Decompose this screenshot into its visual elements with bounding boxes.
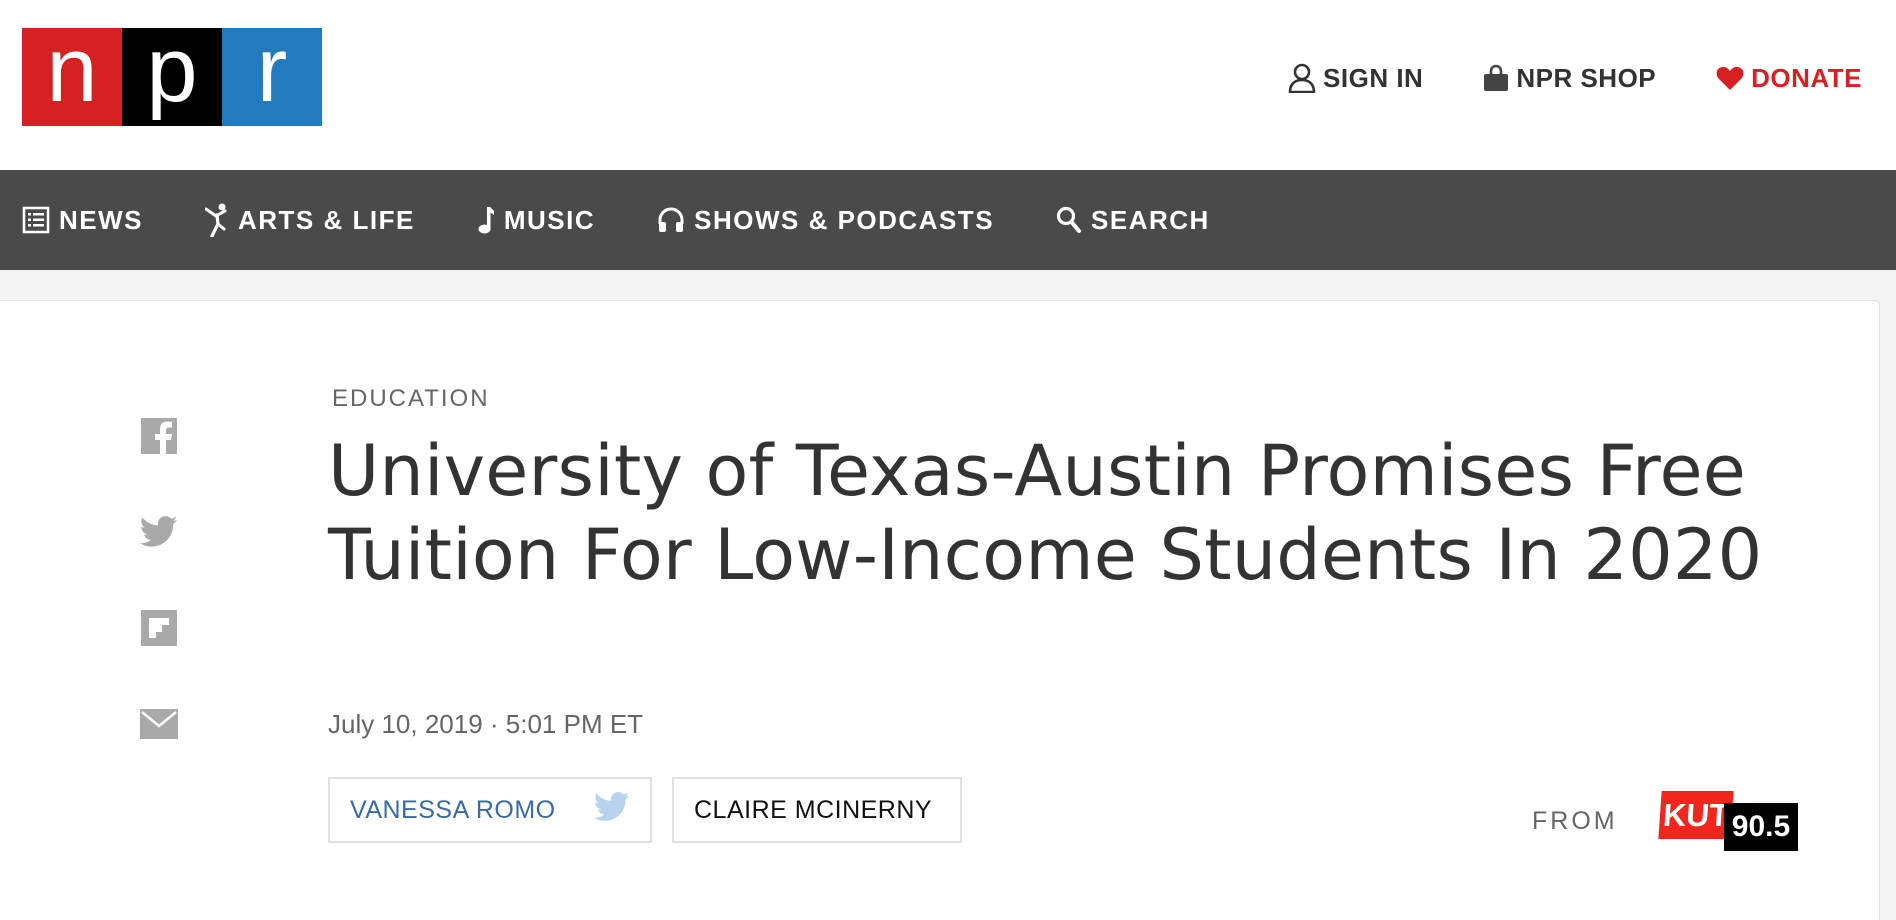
from-label: FROM bbox=[1532, 807, 1618, 835]
twitter-icon bbox=[139, 515, 178, 553]
logo-letter-p: p bbox=[122, 24, 222, 126]
share-facebook-button[interactable] bbox=[140, 417, 178, 459]
byline-author-2[interactable]: CLAIRE MCINERNY bbox=[672, 777, 962, 843]
article-card: EDUCATION University of Texas-Austin Pro… bbox=[0, 300, 1880, 920]
nav-item-label: SEARCH bbox=[1091, 204, 1210, 235]
share-flipboard-button[interactable] bbox=[140, 609, 178, 651]
byline-author-1[interactable]: VANESSA ROMO bbox=[328, 777, 652, 843]
logo-letter-r: r bbox=[222, 24, 322, 126]
nav-item-label: NEWS bbox=[59, 204, 143, 235]
station-name: KUT bbox=[1658, 791, 1734, 839]
heart-icon bbox=[1716, 65, 1744, 91]
npr-shop-link[interactable]: NPR SHOP bbox=[1483, 63, 1656, 94]
facebook-icon bbox=[141, 417, 177, 459]
utility-nav: SIGN IN NPR SHOP DONATE bbox=[1228, 58, 1862, 98]
nav-item-search[interactable]: SEARCH bbox=[1056, 205, 1210, 236]
sign-in-link[interactable]: SIGN IN bbox=[1288, 63, 1423, 94]
nav-item-shows-podcasts[interactable]: SHOWS & PODCASTS bbox=[657, 205, 994, 236]
article-dateline: July 10, 2019 · 5:01 PM ET bbox=[328, 709, 644, 739]
sign-in-label: SIGN IN bbox=[1323, 62, 1424, 93]
news-list-icon bbox=[22, 206, 50, 234]
byline-name: VANESSA ROMO bbox=[350, 795, 556, 824]
share-email-button[interactable] bbox=[140, 707, 178, 745]
nav-item-news[interactable]: NEWS bbox=[22, 205, 143, 236]
music-note-icon bbox=[477, 205, 495, 235]
donate-label: DONATE bbox=[1751, 62, 1862, 93]
npr-logo[interactable]: n p r bbox=[22, 24, 322, 126]
nav-item-label: ARTS & LIFE bbox=[238, 204, 415, 235]
site-header: n p r SIGN IN NPR SHOP DONATE bbox=[0, 0, 1896, 170]
donate-link[interactable]: DONATE bbox=[1716, 63, 1862, 94]
nav-item-label: SHOWS & PODCASTS bbox=[694, 204, 995, 235]
nav-item-label: MUSIC bbox=[503, 204, 596, 235]
headphones-icon bbox=[657, 206, 685, 234]
station-logo-kut[interactable]: KUT 90.5 bbox=[1658, 791, 1800, 853]
npr-shop-label: NPR SHOP bbox=[1516, 62, 1657, 93]
nav-item-music[interactable]: MUSIC bbox=[477, 205, 595, 236]
main-nav: NEWS ARTS & LIFE MUSIC SHOWS & PODCASTS … bbox=[0, 170, 1896, 270]
dancer-icon bbox=[205, 203, 229, 237]
article-slug[interactable]: EDUCATION bbox=[332, 385, 490, 413]
logo-letter-n: n bbox=[22, 24, 122, 126]
byline-name: CLAIRE MCINERNY bbox=[694, 795, 933, 824]
search-icon bbox=[1056, 206, 1082, 234]
twitter-icon[interactable] bbox=[593, 791, 630, 829]
nav-item-arts-life[interactable]: ARTS & LIFE bbox=[205, 203, 415, 237]
station-frequency: 90.5 bbox=[1724, 803, 1798, 851]
article-headline: University of Texas-Austin Promises Free… bbox=[328, 430, 1763, 596]
user-icon bbox=[1288, 63, 1316, 93]
email-icon bbox=[140, 708, 178, 744]
share-twitter-button[interactable] bbox=[139, 515, 178, 553]
shopping-bag-icon bbox=[1483, 64, 1509, 92]
flipboard-icon bbox=[141, 609, 177, 651]
